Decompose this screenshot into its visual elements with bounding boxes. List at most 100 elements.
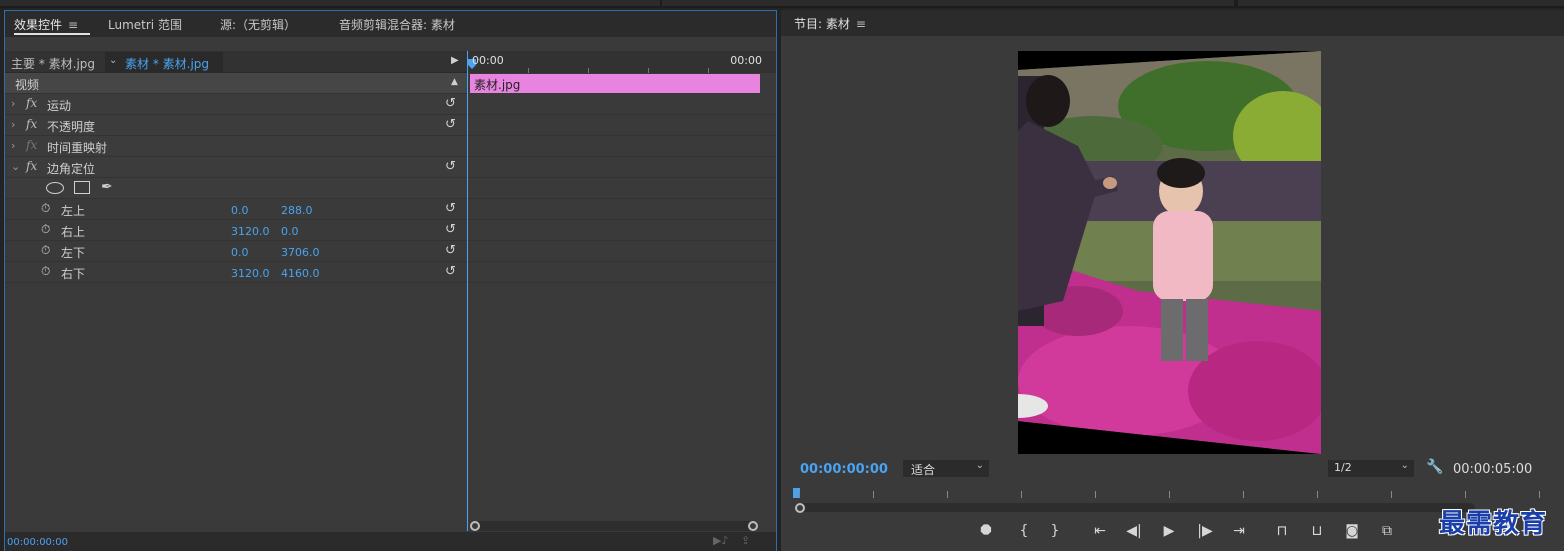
scroll-handle-right[interactable] <box>748 521 758 531</box>
mini-timeline-ruler[interactable]: 00:00 00:00 <box>468 51 776 73</box>
param-x-value[interactable]: 3120.0 <box>231 225 270 238</box>
ruler-tick <box>1021 491 1022 498</box>
effect-row-time-remap[interactable]: › fx 时间重映射 <box>5 136 467 157</box>
param-x-value[interactable]: 3120.0 <box>231 267 270 280</box>
track-line <box>468 240 776 241</box>
stopwatch-icon[interactable]: ⏱ <box>41 222 50 237</box>
pen-mask-icon[interactable]: ✒ <box>101 179 113 195</box>
reset-icon[interactable]: ↺ <box>445 96 456 111</box>
zoom-level-dropdown[interactable]: 适合 ⌄ <box>903 460 989 477</box>
export-icon[interactable]: ⇪ <box>741 534 750 547</box>
param-label: 左下 <box>61 246 86 260</box>
footer-timecode[interactable]: 00:00:00:00 <box>7 537 68 548</box>
show-timeline-toggle-icon[interactable]: ▶ <box>451 55 459 66</box>
clip-dropdown-label: 素材 * 素材.jpg <box>125 57 210 71</box>
reset-icon[interactable]: ↺ <box>445 117 456 132</box>
tab-source[interactable]: 源:（无剪辑） <box>220 16 296 33</box>
effect-name: 运动 <box>47 99 72 113</box>
panel-menu-icon[interactable]: ≡ <box>68 18 78 32</box>
audio-only-icon[interactable]: ▶♪ <box>713 534 728 547</box>
program-zoom-scrollbar[interactable] <box>795 503 1475 513</box>
master-clip-label[interactable]: 主要 * 素材.jpg <box>11 55 95 72</box>
reset-icon[interactable]: ↺ <box>445 222 456 237</box>
scroll-handle-left[interactable] <box>470 521 480 531</box>
chevron-right-icon[interactable]: › <box>11 118 15 131</box>
scroll-handle-left[interactable] <box>795 503 805 513</box>
stopwatch-icon[interactable]: ⏱ <box>41 264 50 279</box>
wrench-icon[interactable]: 🔧 <box>1426 459 1443 475</box>
chevron-down-icon[interactable]: ⌄ <box>11 160 20 173</box>
mask-tools-row: ✒ <box>5 178 467 199</box>
tab-effect-controls[interactable]: 效果控件 ≡ <box>14 16 78 33</box>
effect-name: 不透明度 <box>47 120 96 134</box>
ruler-tick <box>1317 491 1318 498</box>
fx-icon[interactable]: fx <box>26 96 37 110</box>
panel-menu-icon[interactable]: ≡ <box>856 17 866 31</box>
chevron-right-icon[interactable]: › <box>11 139 15 152</box>
chevron-right-icon[interactable]: › <box>11 97 15 110</box>
track-line <box>468 282 776 283</box>
param-y-value[interactable]: 3706.0 <box>281 246 320 259</box>
reset-icon[interactable]: ↺ <box>445 264 456 279</box>
chevron-down-icon: ⌄ <box>109 55 118 66</box>
reset-icon[interactable]: ↺ <box>445 159 456 174</box>
playhead-timecode[interactable]: 00:00:00:00 <box>800 462 888 477</box>
program-video-frame[interactable] <box>1018 51 1321 454</box>
step-back-icon[interactable]: ◀| <box>1124 523 1144 539</box>
ellipse-mask-icon[interactable] <box>46 182 64 194</box>
resolution-value: 1/2 <box>1334 461 1352 474</box>
param-x-value[interactable]: 0.0 <box>231 246 249 259</box>
playback-resolution-dropdown[interactable]: 1/2 ⌄ <box>1328 460 1414 477</box>
effect-row-opacity[interactable]: › fx 不透明度 ↺ <box>5 115 467 136</box>
play-icon[interactable]: ▶ <box>1159 523 1179 539</box>
add-marker-icon[interactable]: ⯃ <box>976 523 996 539</box>
effect-list-empty-area <box>5 283 467 529</box>
ruler-tick <box>1465 491 1466 498</box>
tab-program-monitor[interactable]: 节目: 素材 ≡ <box>794 15 866 32</box>
timeline-clip[interactable]: 素材.jpg <box>470 74 760 93</box>
ruler-tick <box>708 68 709 73</box>
effect-row-motion[interactable]: › fx 运动 ↺ <box>5 94 467 115</box>
ruler-tick <box>1391 491 1392 498</box>
lift-icon[interactable]: ⊓ <box>1272 523 1292 539</box>
reset-icon[interactable]: ↺ <box>445 243 456 258</box>
watermark-logo: 最需教育 <box>1439 509 1548 539</box>
go-to-in-icon[interactable]: ⇤ <box>1090 523 1110 539</box>
mini-timeline-body <box>468 94 776 524</box>
ruler-tick <box>528 68 529 73</box>
ruler-tick <box>648 68 649 73</box>
stopwatch-icon[interactable]: ⏱ <box>41 201 50 216</box>
zoom-level-value: 适合 <box>911 463 936 477</box>
chevron-down-icon: ⌄ <box>975 460 984 471</box>
tab-lumetri-scopes[interactable]: Lumetri 范围 <box>108 16 182 33</box>
extract-icon[interactable]: ⊔ <box>1307 523 1327 539</box>
param-x-value[interactable]: 0.0 <box>231 204 249 217</box>
mark-in-icon[interactable]: { <box>1014 523 1034 539</box>
program-time-ruler[interactable] <box>791 488 1551 504</box>
camera-icon[interactable]: ◙ <box>1342 523 1362 539</box>
program-title: 节目: 素材 <box>794 17 850 31</box>
effect-name: 时间重映射 <box>47 141 108 155</box>
track-line <box>468 156 776 157</box>
effect-row-corner-pin[interactable]: ⌄ fx 边角定位 ↺ <box>5 157 467 178</box>
panel-tab-bar: 效果控件 ≡ Lumetri 范围 源:（无剪辑） 音频剪辑混合器: 素材 <box>5 11 776 37</box>
go-to-out-icon[interactable]: ⇥ <box>1229 523 1249 539</box>
mark-out-icon[interactable]: } <box>1045 523 1065 539</box>
stopwatch-icon[interactable]: ⏱ <box>41 243 50 258</box>
param-y-value[interactable]: 4160.0 <box>281 267 320 280</box>
effect-controls-footer: 00:00:00:00 ▶♪ ⇪ <box>5 532 776 551</box>
param-y-value[interactable]: 0.0 <box>281 225 299 238</box>
clip-dropdown[interactable]: ⌄ 素材 * 素材.jpg <box>105 52 223 72</box>
fx-icon[interactable]: fx <box>26 159 37 173</box>
scroll-up-icon[interactable]: ▲ <box>451 77 458 87</box>
track-line <box>468 219 776 220</box>
reset-icon[interactable]: ↺ <box>445 201 456 216</box>
fx-icon[interactable]: fx <box>26 117 37 131</box>
param-label: 右下 <box>61 267 86 281</box>
timeline-zoom-scrollbar[interactable] <box>470 521 758 531</box>
step-forward-icon[interactable]: |▶ <box>1195 523 1215 539</box>
rectangle-mask-icon[interactable] <box>74 181 90 194</box>
tab-audio-clip-mixer[interactable]: 音频剪辑混合器: 素材 <box>339 16 455 33</box>
compare-view-icon[interactable]: ⧉ <box>1377 523 1397 539</box>
param-y-value[interactable]: 288.0 <box>281 204 313 217</box>
